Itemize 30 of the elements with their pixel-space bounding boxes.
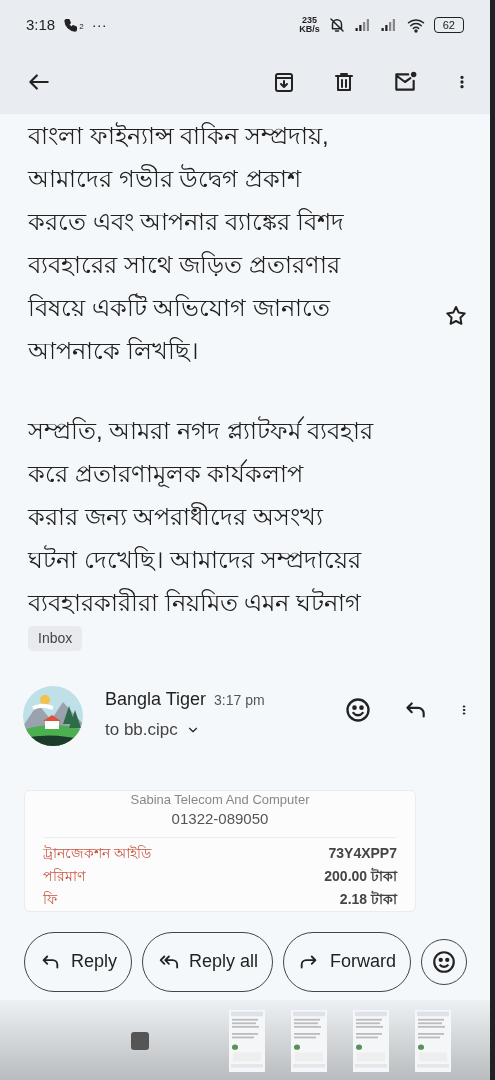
body-paragraph: সম্প্রতি, আমরা নগদ প্ল্যাটফর্ম ব্যবহার করে প্রতারণামূলক কার্যকলাপ করার জন্য অপরাধীদের অসংখ্য ঘটনা দেখেছি। আমাদের সম্প্রদায়ের ব্যবহারকারীরা নিয়মিত এমন ঘটনাগ [28,415,375,618]
sender-name: Bangla Tiger [105,688,207,711]
signal-icon [353,16,372,34]
phone-number: 01322-089050 [43,808,397,838]
merchant-name: Sabina Telecom And Computer [129,791,311,808]
speed-unit: KB/s [299,25,320,34]
muted-bell-icon [327,16,346,34]
phone-icon [63,17,80,33]
trash-icon[interactable] [332,70,356,94]
emoji-icon[interactable] [344,696,372,724]
speed-value: 235 [300,16,318,25]
body-paragraph: বাংলা ফাইন্যান্স বাকিন সম্প্রদায়, আমাদের গভীর উদ্বেগ প্রকাশ করতে এবং আপনার ব্যাঙ্কের বিশদ ব্যবহারের সাথে জড়িত প্রতারণার বিষয়ে একটি অভিযোগ জানাতে আপনাকে লিখছি। [28,121,345,366]
receipt-label: ট্রানজেকশন আইডি [43,843,151,863]
receipt-label: পরিমাণ [43,866,85,886]
clock-time: 3:18 [26,14,56,35]
sent-time: 3:17 pm [214,691,265,710]
recipient-text: to bb.cipc [105,719,178,741]
star-icon[interactable] [444,304,468,328]
signal-icon [379,16,398,34]
emoji-icon [431,948,458,975]
receipt-value: 2.18 টাকা [339,889,397,909]
battery-level: 62 [433,17,464,33]
more-notifications: ··· [91,14,107,35]
wifi-icon [405,16,426,34]
label-chip[interactable]: Inbox [28,626,83,651]
archive-icon[interactable] [272,70,296,94]
call-count: 2 [79,21,84,33]
receipt-label: ফি [43,889,57,909]
receipt-value: 73Y4XPP7 [328,843,397,863]
receipt-value: 200.00 টাকা [324,866,397,886]
